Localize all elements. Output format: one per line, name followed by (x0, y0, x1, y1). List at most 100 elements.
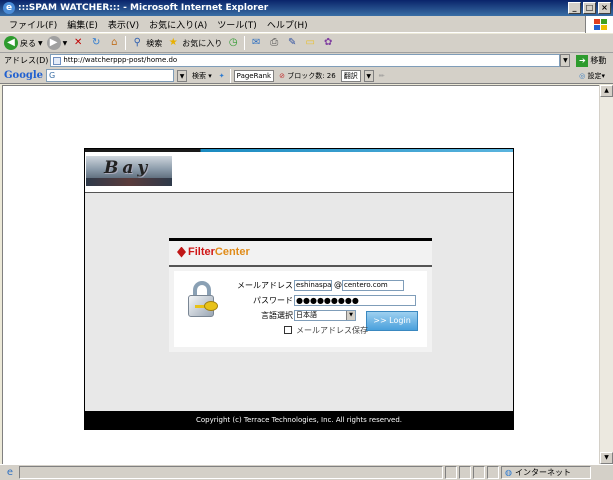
block-icon: ⊘ (279, 71, 285, 80)
highlight-icon[interactable]: ✏ (377, 72, 387, 80)
print-icon[interactable]: ⎙ (267, 36, 281, 50)
status-cell (445, 466, 457, 479)
address-input[interactable]: http://watcherppp-post/home.do (50, 54, 561, 67)
status-text-cell (19, 466, 443, 479)
page-status-icon: e (6, 466, 14, 478)
google-search-dropdown[interactable]: ▼ (177, 69, 188, 82)
security-zone[interactable]: ◍ インターネット (501, 466, 591, 479)
filtercenter-logo-text: FilterCenter (188, 246, 250, 258)
menu-file[interactable]: ファイル(F) (4, 18, 62, 31)
go-button[interactable]: ➔ 移動 (576, 54, 606, 67)
menu-bar: ファイル(F) 編集(E) 表示(V) お気に入り(A) ツール(T) ヘルプ(… (0, 16, 613, 33)
logo-prefix: Filter (188, 246, 215, 258)
minimize-button[interactable]: _ (568, 2, 581, 14)
browser-content: Bay FilterCenter メールアドレス eshinaspa @ cen… (2, 85, 599, 464)
google-search-button[interactable]: 検索 ▾ (190, 71, 214, 81)
back-button[interactable]: ◀ 戻る ▼ (4, 35, 43, 51)
lock-key-icon (188, 281, 218, 319)
search-icon: ⚲ (133, 37, 141, 48)
chevron-down-icon: ▼ (346, 311, 355, 320)
google-news-icon[interactable]: ✦ (217, 72, 227, 80)
save-email-checkbox[interactable] (284, 326, 292, 334)
language-select[interactable]: 日本語 ▼ (294, 310, 356, 321)
forward-button[interactable]: ▶ ▼ (46, 35, 67, 51)
ie-icon: e (3, 2, 15, 14)
at-sign: @ (334, 280, 342, 289)
translate-label: 翻訳 (343, 71, 358, 80)
password-label: パスワード (253, 296, 293, 305)
edit-icon[interactable]: ✎ (285, 36, 299, 50)
favorites-button[interactable]: ★ お気に入り (166, 35, 222, 51)
translate-button[interactable]: 翻訳 (340, 69, 361, 82)
logo-ground (86, 178, 172, 186)
login-divider (169, 265, 432, 267)
save-email-label: メールアドレス保存 (296, 326, 368, 335)
email-label: メールアドレス (237, 281, 293, 290)
web-page: Bay FilterCenter メールアドレス eshinaspa @ cen… (84, 148, 514, 430)
language-label: 言語選択 (261, 311, 293, 320)
address-bar: アドレス(D) http://watcherppp-post/home.do ▼… (0, 53, 613, 68)
window-controls: _ □ × (568, 2, 611, 14)
google-logo[interactable]: Google (4, 70, 43, 81)
menu-favorites[interactable]: お気に入り(A) (144, 18, 212, 31)
gear-icon: ◎ (579, 71, 586, 80)
blocked-count: ブロック数: 26 (287, 71, 336, 80)
stop-icon[interactable]: ✕ (71, 36, 85, 50)
address-dropdown[interactable]: ▼ (560, 54, 571, 67)
window-titlebar: e :::SPAM WATCHER::: - Microsoft Interne… (0, 0, 613, 16)
email-domain-value: centero.com (344, 281, 388, 289)
favorites-label: お気に入り (182, 38, 223, 48)
mail-icon[interactable]: ✉ (249, 36, 263, 50)
toolbar-separator (244, 36, 246, 50)
chevron-down-icon: ▼ (38, 39, 43, 47)
menu-view[interactable]: 表示(V) (103, 18, 144, 31)
password-value: ●●●●●●●●● (296, 296, 359, 305)
filtercenter-logo: FilterCenter (177, 246, 250, 258)
status-bar: e ◍ インターネット (0, 464, 613, 480)
windows-logo-icon (585, 16, 613, 33)
email-user-input[interactable]: eshinaspam (294, 280, 332, 291)
vertical-scrollbar[interactable]: ▲ ▼ (599, 85, 613, 464)
zone-label: インターネット (514, 468, 571, 477)
toolbar-separator (125, 36, 127, 50)
menu-tools[interactable]: ツール(T) (212, 18, 262, 31)
status-cell (459, 466, 471, 479)
password-field[interactable]: ●●●●●●●●● (294, 295, 416, 306)
history-icon[interactable]: ◷ (226, 36, 240, 50)
login-panel: FilterCenter メールアドレス eshinaspam @ center… (169, 238, 432, 352)
back-label: 戻る (20, 38, 36, 48)
search-button[interactable]: ⚲ 検索 (130, 35, 163, 51)
address-url: http://watcherppp-post/home.do (63, 56, 178, 64)
google-search-label: 検索 (192, 71, 207, 80)
scroll-up-arrow[interactable]: ▲ (600, 85, 613, 97)
google-toolbar: Google G ▼ 検索 ▾ ✦ PageRank ⊘ ブロック数: 26 翻… (0, 68, 613, 84)
window-title: :::SPAM WATCHER::: - Microsoft Internet … (18, 3, 269, 13)
messenger-icon[interactable]: ✿ (321, 36, 335, 50)
scroll-down-arrow[interactable]: ▼ (600, 452, 613, 464)
bay-logo-image: Bay (86, 156, 172, 186)
standard-toolbar: ◀ 戻る ▼ ▶ ▼ ✕ ↻ ⌂ ⚲ 検索 ★ お気に入り ◷ ✉ ⎙ ✎ ▭ … (0, 34, 613, 53)
menu-help[interactable]: ヘルプ(H) (262, 18, 313, 31)
close-button[interactable]: × (598, 2, 611, 14)
menu-edit[interactable]: 編集(E) (62, 18, 103, 31)
status-cell (473, 466, 485, 479)
refresh-icon[interactable]: ↻ (89, 36, 103, 50)
status-cell (487, 466, 499, 479)
pagerank-label: PageRank (236, 71, 272, 80)
bay-logo-text: Bay (104, 158, 152, 178)
google-search-input[interactable]: G (46, 69, 175, 82)
popup-blocker[interactable]: ⊘ ブロック数: 26 (277, 71, 338, 81)
translate-dropdown[interactable]: ▼ (363, 69, 374, 82)
back-arrow-icon: ◀ (4, 36, 18, 50)
email-domain-input[interactable]: centero.com (342, 280, 404, 291)
header-accent-bar (85, 149, 513, 152)
pagerank-indicator[interactable]: PageRank (233, 69, 275, 82)
language-value: 日本語 (296, 311, 317, 319)
email-user-value: eshinaspam (296, 281, 332, 289)
folder-icon[interactable]: ▭ (303, 36, 317, 50)
maximize-button[interactable]: □ (583, 2, 596, 14)
google-settings-button[interactable]: ◎ 設定▾ (577, 71, 607, 81)
toolbar-separator (229, 68, 231, 83)
home-icon[interactable]: ⌂ (107, 36, 121, 50)
page-header: Bay (85, 149, 513, 193)
